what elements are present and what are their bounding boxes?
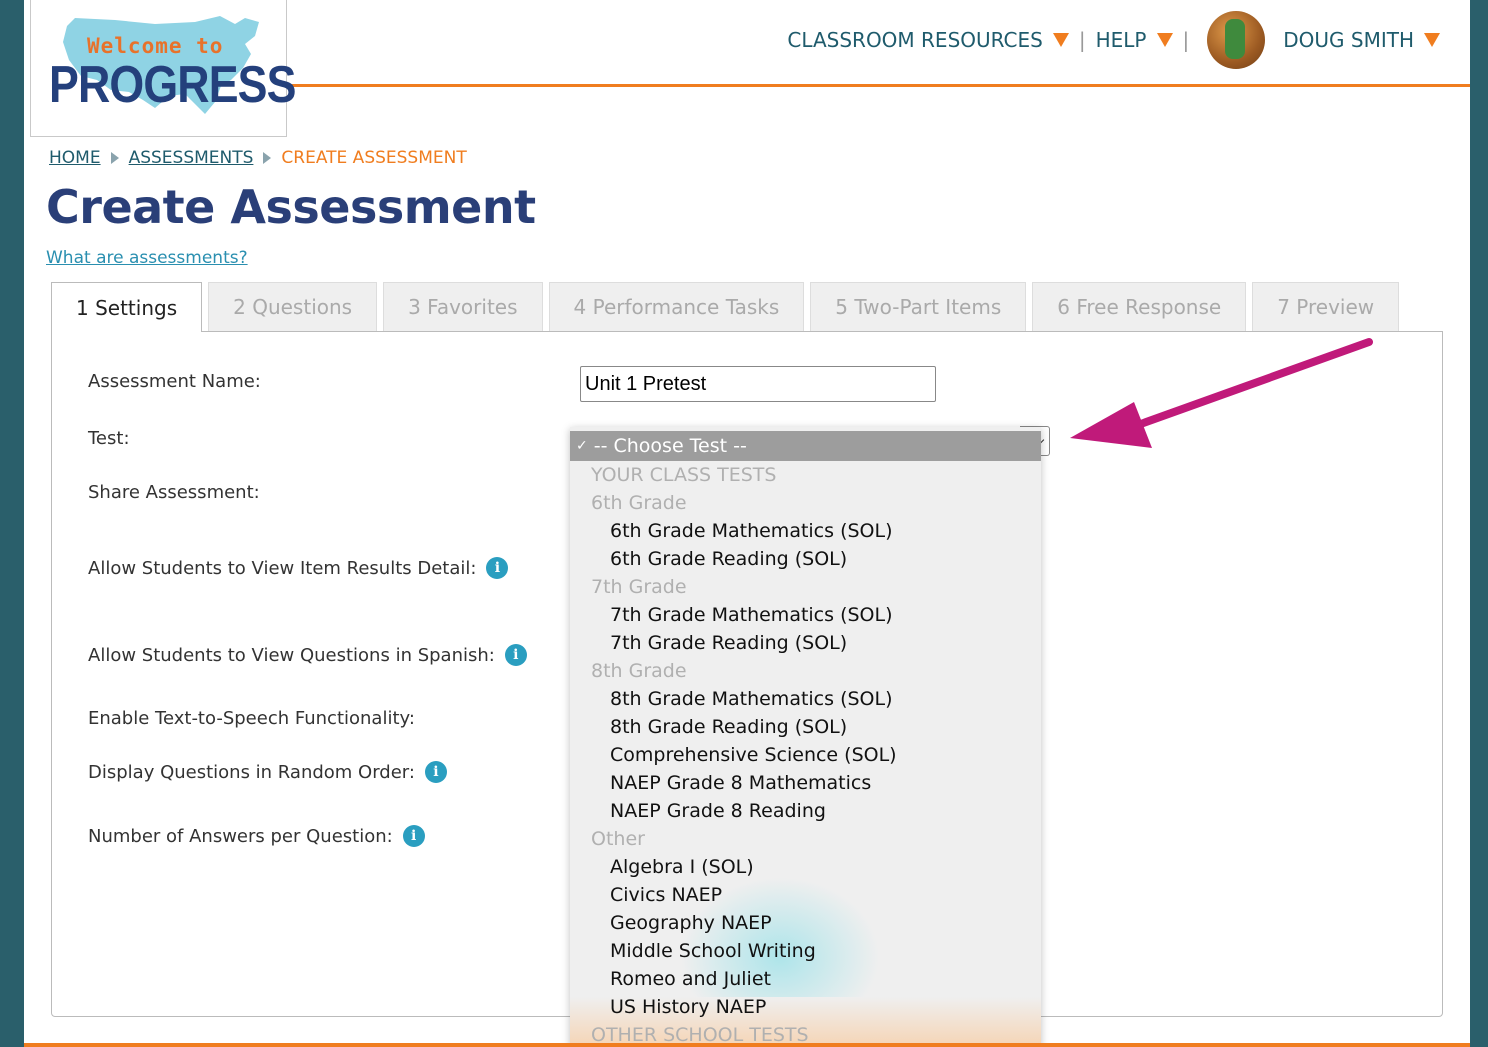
tab-settings[interactable]: 1 Settings (51, 282, 203, 332)
breadcrumb: HOME ASSESSMENTS CREATE ASSESSMENT (49, 148, 467, 168)
avatar (1207, 11, 1266, 69)
tab-favorites[interactable]: 3 Favorites (383, 282, 543, 331)
spanish-label: Allow Students to View Questions in Span… (88, 644, 527, 666)
dropdown-option[interactable]: US History NAEP (570, 993, 1041, 1021)
dropdown-triangle-icon (1052, 33, 1069, 47)
answers-per-question-label-text: Number of Answers per Question: (88, 825, 393, 847)
text-to-speech-label: Enable Text-to-Speech Functionality: (88, 708, 415, 729)
nav-separator: | (1078, 28, 1086, 52)
dropdown-option[interactable]: Algebra I (SOL) (570, 853, 1041, 881)
dropdown-option[interactable]: 7th Grade Reading (SOL) (570, 629, 1041, 657)
dropdown-option[interactable]: NAEP Grade 8 Mathematics (570, 769, 1041, 797)
help-label: HELP (1095, 28, 1147, 52)
breadcrumb-home[interactable]: HOME (49, 148, 101, 168)
dropdown-group-header: 6th Grade (591, 492, 687, 514)
breadcrumb-assessments[interactable]: ASSESSMENTS (129, 148, 254, 168)
dropdown-option[interactable]: 6th Grade Reading (SOL) (570, 545, 1041, 573)
page: Welcome to PROGRESS CLASSROOM RESOURCES … (24, 0, 1470, 1047)
tab-two-part-items[interactable]: 5 Two-Part Items (810, 282, 1027, 331)
wizard-tabs: 1 Settings 2 Questions 3 Favorites 4 Per… (51, 282, 1405, 332)
annotation-arrow-icon (1070, 338, 1373, 448)
top-navigation: CLASSROOM RESOURCES | HELP | DOUG SMITH (787, 11, 1440, 69)
tab-performance-tasks[interactable]: 4 Performance Tasks (548, 282, 805, 331)
dropdown-option[interactable]: Geography NAEP (570, 909, 1041, 937)
check-icon: ✓ (576, 438, 588, 454)
info-icon[interactable]: i (424, 761, 447, 783)
random-order-label: Display Questions in Random Order: i (88, 761, 447, 783)
dropdown-option[interactable]: Comprehensive Science (SOL) (570, 741, 1041, 769)
breadcrumb-arrow-icon (110, 152, 119, 164)
info-icon[interactable]: i (486, 557, 509, 579)
random-order-label-text: Display Questions in Random Order: (88, 761, 415, 783)
tab-free-response[interactable]: 6 Free Response (1032, 282, 1247, 331)
classroom-resources-menu[interactable]: CLASSROOM RESOURCES (787, 28, 1069, 52)
dropdown-group-header: Other (591, 828, 645, 850)
user-menu[interactable]: DOUG SMITH (1199, 11, 1440, 69)
dropdown-group-header: OTHER SCHOOL TESTS (591, 1024, 809, 1046)
assessment-name-label-text: Assessment Name: (88, 371, 261, 392)
header-divider (286, 84, 1470, 87)
test-label: Test: (88, 428, 130, 449)
dropdown-group-header: 7th Grade (591, 576, 687, 598)
classroom-resources-label: CLASSROOM RESOURCES (787, 28, 1043, 52)
dropdown-option[interactable]: 7th Grade Mathematics (SOL) (570, 601, 1041, 629)
info-icon[interactable]: i (504, 644, 527, 666)
dropdown-option[interactable]: 8th Grade Mathematics (SOL) (570, 685, 1041, 713)
breadcrumb-current: CREATE ASSESSMENT (281, 148, 467, 168)
page-title: Create Assessment (46, 180, 536, 234)
tab-preview[interactable]: 7 Preview (1252, 282, 1400, 331)
item-results-label-text: Allow Students to View Item Results Deta… (88, 557, 477, 579)
dropdown-option[interactable]: Romeo and Juliet (570, 965, 1041, 993)
dropdown-option[interactable]: Civics NAEP (570, 881, 1041, 909)
dropdown-option[interactable]: 6th Grade Mathematics (SOL) (570, 517, 1041, 545)
dropdown-option-label: -- Choose Test -- (593, 435, 747, 457)
answers-per-question-label: Number of Answers per Question: i (88, 825, 425, 847)
site-logo[interactable]: Welcome to PROGRESS (30, 0, 296, 137)
logo-progress-text: PROGRESS (49, 56, 296, 114)
item-results-label: Allow Students to View Item Results Deta… (88, 557, 509, 579)
info-icon[interactable]: i (402, 825, 425, 847)
share-assessment-label: Share Assessment: (88, 482, 260, 503)
dropdown-triangle-icon (1424, 33, 1440, 47)
what-are-assessments-link[interactable]: What are assessments? (46, 248, 248, 268)
dropdown-option[interactable]: NAEP Grade 8 Reading (570, 797, 1041, 825)
breadcrumb-arrow-icon (263, 152, 272, 164)
test-label-text: Test: (88, 428, 130, 449)
dropdown-group-header: 8th Grade (591, 660, 687, 682)
dropdown-option[interactable]: 8th Grade Reading (SOL) (570, 713, 1041, 741)
dropdown-option[interactable]: Middle School Writing (570, 937, 1041, 965)
dropdown-group-header: YOUR CLASS TESTS (591, 464, 777, 486)
test-dropdown-list[interactable]: ✓ -- Choose Test -- YOUR CLASS TESTS 6th… (570, 427, 1041, 1047)
dropdown-triangle-icon (1156, 33, 1173, 47)
share-assessment-label-text: Share Assessment: (88, 482, 260, 503)
dropdown-option-selected[interactable]: ✓ -- Choose Test -- (570, 431, 1041, 461)
user-name: DOUG SMITH (1283, 28, 1414, 52)
nav-separator: | (1182, 28, 1190, 52)
text-to-speech-label-text: Enable Text-to-Speech Functionality: (88, 708, 415, 729)
assessment-name-label: Assessment Name: (88, 371, 261, 392)
tab-questions[interactable]: 2 Questions (208, 282, 378, 331)
spanish-label-text: Allow Students to View Questions in Span… (88, 644, 495, 666)
help-menu[interactable]: HELP (1096, 28, 1173, 52)
assessment-name-input[interactable] (580, 366, 936, 402)
